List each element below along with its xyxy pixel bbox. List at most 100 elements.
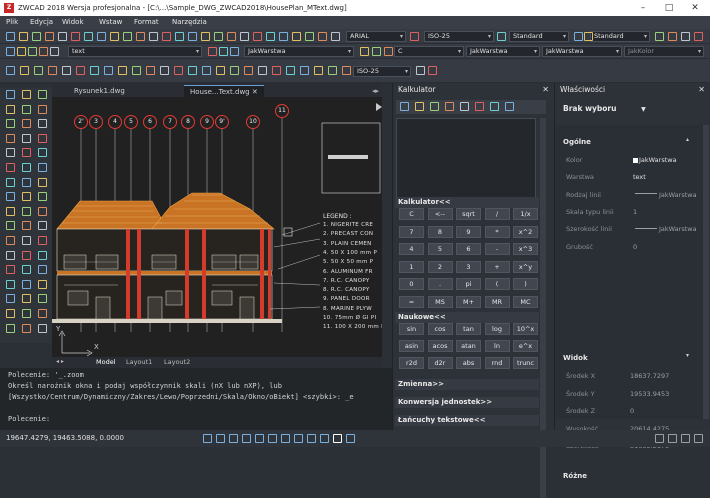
- toolbar-standard-tool-icon[interactable]: [32, 32, 41, 41]
- status-toggle-icon[interactable]: [229, 434, 238, 443]
- maximize-icon[interactable]: □: [656, 0, 682, 16]
- calc-key-button[interactable]: sqrt: [456, 208, 481, 220]
- calc-key-button[interactable]: 1/x: [513, 208, 538, 220]
- palette-tool-icon[interactable]: [22, 294, 31, 304]
- tab-layout2[interactable]: Layout2: [164, 358, 190, 366]
- properties-scrollbar[interactable]: [703, 125, 709, 419]
- toolbar-standard-tool-icon[interactable]: [19, 32, 28, 41]
- palette-tool-icon[interactable]: [6, 279, 15, 289]
- palette-tool-icon[interactable]: [22, 192, 31, 202]
- sci-key-button[interactable]: atan: [456, 340, 481, 352]
- palette-tool-icon[interactable]: [38, 163, 47, 172]
- calc-key-button[interactable]: .: [427, 278, 453, 291]
- toolbar-layers-tool-icon[interactable]: [28, 47, 37, 56]
- calc-key-button[interactable]: +: [484, 260, 510, 273]
- calc-key-button[interactable]: 1: [399, 260, 424, 273]
- property-value[interactable]: text: [633, 173, 646, 181]
- calc-tool-icon[interactable]: [490, 102, 499, 111]
- menu-view[interactable]: Widok: [62, 18, 84, 26]
- status-tray-icon[interactable]: [694, 434, 703, 443]
- toolbar-dimension-tool-icon[interactable]: [216, 66, 225, 75]
- toolbar-standard-tool-icon[interactable]: [331, 32, 340, 41]
- calc-key-button[interactable]: 4: [399, 243, 424, 256]
- calc-key-button[interactable]: x^2: [513, 225, 538, 238]
- close-icon[interactable]: ✕: [698, 83, 705, 97]
- calc-key-button[interactable]: M+: [456, 296, 481, 308]
- status-tray-icon[interactable]: [655, 434, 664, 443]
- toolbar-dimension-tool-icon[interactable]: [34, 66, 43, 75]
- drawing-canvas[interactable]: Y X LEGEND : 1. NIGERITE CRE 2. PRECAST C…: [52, 97, 382, 357]
- toolbar-standard-tool-icon[interactable]: [6, 32, 15, 41]
- group-misc[interactable]: Różne: [563, 472, 587, 480]
- font-select[interactable]: ARIAL ▾: [346, 31, 406, 42]
- palette-tool-icon[interactable]: [6, 148, 15, 158]
- toolbar-standard-tool-icon[interactable]: [110, 32, 119, 41]
- palette-tool-icon[interactable]: [38, 221, 47, 231]
- section-calculator[interactable]: Kalkulator<<: [395, 197, 539, 208]
- toolbar-standard-tool-icon[interactable]: [292, 32, 301, 41]
- sci-key-button[interactable]: 10^x: [513, 323, 538, 335]
- tab-scroll-icon[interactable]: ◂▸: [366, 85, 385, 97]
- palette-tool-icon[interactable]: [6, 206, 15, 216]
- calc-tool-icon[interactable]: [415, 102, 424, 111]
- toolbar-standard-tool-icon[interactable]: [318, 32, 327, 41]
- toolbar-standard-tool-icon[interactable]: [214, 32, 223, 41]
- palette-tool-icon[interactable]: [38, 236, 47, 245]
- status-toggle-icon[interactable]: [320, 434, 329, 443]
- group-general[interactable]: Ogólne: [563, 138, 591, 146]
- toolbar-dimension-tool-icon[interactable]: [118, 66, 127, 75]
- palette-tool-icon[interactable]: [22, 133, 31, 143]
- palette-tool-icon[interactable]: [22, 221, 31, 231]
- calc-tool-icon[interactable]: [505, 102, 514, 111]
- calc-key-button[interactable]: =: [399, 296, 424, 308]
- sci-key-button[interactable]: e^x: [513, 340, 538, 352]
- tab-houseplan[interactable]: House...Text.dwg ✕: [184, 85, 264, 97]
- sci-key-button[interactable]: log: [484, 323, 510, 335]
- calc-key-button[interactable]: 9: [456, 225, 481, 238]
- palette-tool-icon[interactable]: [38, 133, 47, 143]
- menu-tools[interactable]: Narzędzia: [172, 18, 207, 26]
- palette-tool-icon[interactable]: [6, 309, 15, 318]
- toolbar-dimension-tool-icon[interactable]: [146, 66, 155, 75]
- status-toggle-icon[interactable]: [281, 434, 290, 443]
- chevron-down-icon[interactable]: ▾: [686, 352, 689, 359]
- palette-tool-icon[interactable]: [6, 294, 15, 304]
- toolbar-standard-tool-icon[interactable]: [97, 32, 106, 41]
- tablestyle-select[interactable]: Standard ▾: [509, 31, 569, 42]
- toolbar-dimension-tool-icon[interactable]: [188, 66, 197, 75]
- calc-key-button[interactable]: 7: [399, 225, 424, 238]
- palette-tool-icon[interactable]: [38, 309, 47, 318]
- palette-tool-icon[interactable]: [6, 119, 15, 129]
- mleaderstyle-select[interactable]: Standard ▾: [590, 31, 650, 42]
- calc-key-button[interactable]: 6: [456, 243, 481, 256]
- palette-tool-icon[interactable]: [22, 265, 31, 275]
- toolbar-standard-tool-icon[interactable]: [201, 32, 210, 41]
- palette-tool-icon[interactable]: [22, 250, 31, 260]
- palette-tool-icon[interactable]: [38, 148, 47, 158]
- toolbar-dimension-tool-icon[interactable]: [160, 66, 169, 75]
- tab-model[interactable]: Model: [96, 358, 116, 366]
- toolbar-standard-tool-icon[interactable]: [240, 32, 249, 41]
- calc-key-button[interactable]: 0: [399, 278, 424, 291]
- menu-format[interactable]: Format: [134, 18, 159, 26]
- calc-key-button[interactable]: C: [399, 208, 424, 220]
- calc-tool-icon[interactable]: [460, 102, 469, 111]
- close-icon[interactable]: ✕: [682, 0, 708, 16]
- palette-tool-icon[interactable]: [38, 279, 47, 289]
- tab-rysunek1[interactable]: Rysunek1.dwg: [68, 85, 131, 97]
- selection-select[interactable]: Brak wyboru ▼: [563, 104, 646, 113]
- toolbar-dimension-tool-icon[interactable]: [202, 66, 211, 75]
- calc-key-button[interactable]: 3: [456, 260, 481, 273]
- toolbar-standard-tool-icon[interactable]: [410, 32, 419, 41]
- toolbar-dimension-tool-icon[interactable]: [428, 66, 437, 75]
- toolbar-dimension-tool-icon[interactable]: [416, 66, 425, 75]
- property-value[interactable]: JakWarstwa: [659, 225, 697, 233]
- calc-key-button[interactable]: 5: [427, 243, 453, 256]
- toolbar-dimension-tool-icon[interactable]: [20, 66, 29, 75]
- calc-key-button[interactable]: MR: [484, 296, 510, 308]
- palette-tool-icon[interactable]: [38, 90, 47, 99]
- toolbar-layers-tool-icon[interactable]: [219, 47, 228, 56]
- menu-file[interactable]: Plik: [6, 18, 18, 26]
- palette-tool-icon[interactable]: [22, 148, 31, 158]
- status-toggle-icon[interactable]: [203, 434, 212, 443]
